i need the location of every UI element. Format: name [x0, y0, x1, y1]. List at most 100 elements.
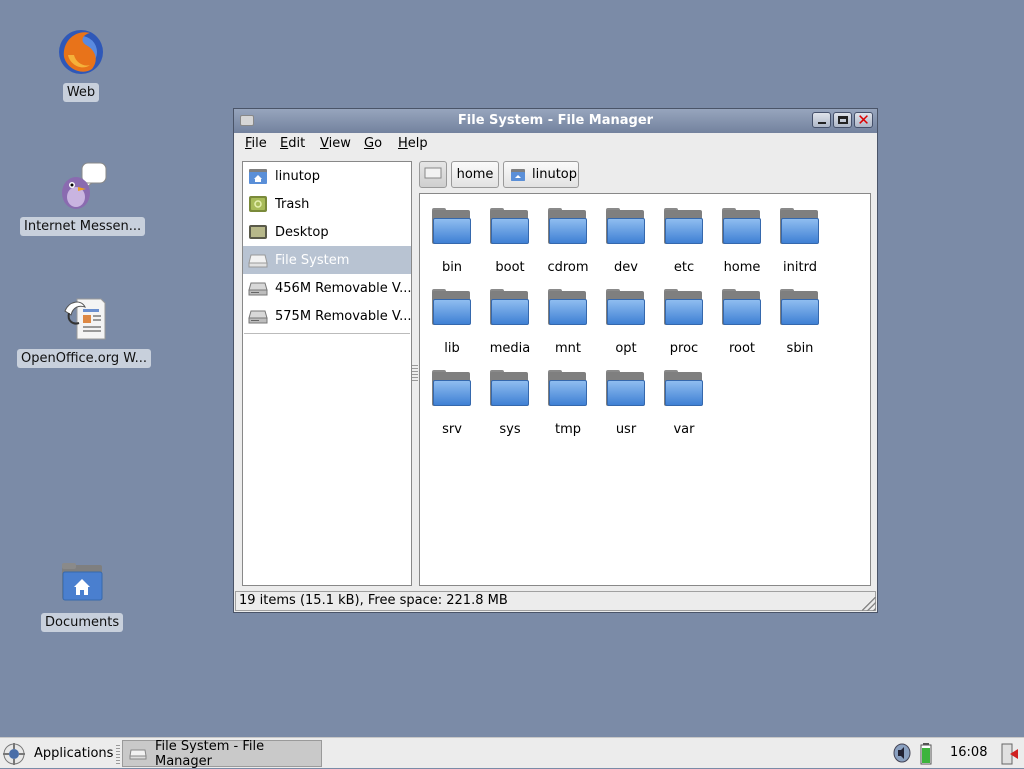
path-button-linutop[interactable]: linutop: [503, 161, 579, 188]
applications-icon: [2, 742, 26, 766]
folder-label: dev: [614, 260, 638, 275]
home-folder-icon: [54, 554, 110, 610]
folder-item[interactable]: sbin: [771, 289, 829, 356]
close-button[interactable]: ✕: [854, 111, 873, 129]
sidebar-item-file-system[interactable]: File System: [243, 246, 411, 274]
battery-icon[interactable]: [920, 743, 932, 769]
folder-item[interactable]: root: [713, 289, 771, 356]
folder-label: media: [489, 341, 531, 356]
folder-item[interactable]: home: [713, 208, 771, 275]
folder-item[interactable]: cdrom: [539, 208, 597, 275]
folder-label: home: [723, 260, 761, 275]
folder-item[interactable]: tmp: [539, 370, 597, 437]
folder-item[interactable]: dev: [597, 208, 655, 275]
sidebar-item-label: 575M Removable V...: [275, 308, 411, 324]
desktop-icon-label: Internet Messen...: [20, 217, 146, 236]
folder-label: root: [728, 341, 756, 356]
menu-go[interactable]: Go: [364, 136, 382, 151]
pidgin-icon: [55, 158, 111, 214]
folder-label: boot: [495, 260, 525, 275]
home-folder-icon: [510, 168, 526, 182]
folder-item[interactable]: media: [481, 289, 539, 356]
desktop-icon-web[interactable]: Web: [53, 24, 109, 102]
openoffice-writer-icon: [56, 290, 112, 346]
folder-icon: [662, 370, 706, 410]
sidebar-item-575m-removable[interactable]: 575M Removable V...: [243, 302, 411, 330]
folder-icon: [488, 289, 532, 329]
logout-icon[interactable]: [1000, 743, 1022, 769]
folder-icon: [430, 208, 474, 248]
taskbar-handle[interactable]: [116, 743, 120, 765]
window-title: File System - File Manager: [457, 113, 654, 128]
applications-label: Applications: [34, 746, 114, 761]
menu-edit[interactable]: Edit: [280, 136, 305, 151]
volume-icon[interactable]: [893, 743, 911, 767]
maximize-button[interactable]: [833, 112, 852, 128]
folder-icon: [488, 208, 532, 248]
folder-icon: [488, 370, 532, 410]
task-button-file-manager[interactable]: File System - File Manager: [122, 738, 322, 769]
folder-label: initrd: [783, 260, 817, 275]
trash-icon: [248, 195, 268, 213]
desktop-icon-documents[interactable]: Documents: [41, 554, 124, 632]
close-icon: ✕: [857, 111, 870, 129]
folder-item[interactable]: sys: [481, 370, 539, 437]
maximize-icon: [838, 116, 848, 124]
minimize-icon: [818, 122, 826, 124]
sidebar-item-desktop[interactable]: Desktop: [243, 218, 411, 246]
folder-icon: [546, 289, 590, 329]
pane-resize-handle[interactable]: [412, 363, 418, 383]
resize-grip[interactable]: [862, 597, 876, 611]
folder-item[interactable]: etc: [655, 208, 713, 275]
menu-help[interactable]: Help: [398, 136, 428, 151]
folder-item[interactable]: opt: [597, 289, 655, 356]
task-button-label: File System - File Manager: [155, 738, 265, 769]
drive-icon: [129, 747, 147, 761]
folder-icon: [778, 289, 822, 329]
desktop-icon-openoffice-writer[interactable]: OpenOffice.org W...: [17, 290, 152, 368]
removable-drive-icon: [248, 279, 268, 297]
applications-menu-button[interactable]: Applications: [2, 741, 113, 766]
folder-label: sbin: [786, 341, 814, 356]
folder-item[interactable]: bin: [423, 208, 481, 275]
folder-icon: [662, 208, 706, 248]
sidebar-item-trash[interactable]: Trash: [243, 190, 411, 218]
desktop-icon-internet-messenger[interactable]: Internet Messen...: [20, 158, 146, 236]
folder-label: usr: [615, 422, 637, 437]
sidebar-item-label: linutop: [275, 168, 321, 184]
path-button-root[interactable]: [419, 161, 447, 188]
folder-item[interactable]: mnt: [539, 289, 597, 356]
drive-icon: [248, 251, 268, 269]
sidebar-item-label: Trash: [275, 196, 310, 212]
folder-item[interactable]: usr: [597, 370, 655, 437]
folder-item[interactable]: srv: [423, 370, 481, 437]
sidebar-item-456m-removable[interactable]: 456M Removable V...: [243, 274, 411, 302]
removable-drive-icon: [248, 307, 268, 325]
folder-item[interactable]: proc: [655, 289, 713, 356]
desktop-icon-label: Documents: [41, 613, 124, 632]
clock[interactable]: 16:08: [950, 745, 987, 760]
folder-label: proc: [669, 341, 699, 356]
folder-item[interactable]: lib: [423, 289, 481, 356]
folder-icon: [604, 208, 648, 248]
folder-label: sys: [499, 422, 521, 437]
folder-icon: [720, 208, 764, 248]
folder-item[interactable]: initrd: [771, 208, 829, 275]
folder-item[interactable]: var: [655, 370, 713, 437]
taskbar: Applications File System - File Manager …: [0, 737, 1024, 769]
menu-file[interactable]: File: [245, 136, 267, 151]
folder-icon: [662, 289, 706, 329]
minimize-button[interactable]: [812, 112, 831, 128]
folder-label: bin: [441, 260, 463, 275]
window-titlebar[interactable]: File System - File Manager ✕: [234, 109, 877, 133]
folder-item[interactable]: boot: [481, 208, 539, 275]
path-button-home[interactable]: home: [451, 161, 499, 188]
menu-view[interactable]: View: [320, 136, 351, 151]
path-button-label: linutop: [532, 167, 578, 182]
sidebar-item-linutop[interactable]: linutop: [243, 162, 411, 190]
folder-label: var: [673, 422, 695, 437]
folder-icon-view[interactable]: bin boot cdrom dev etc home initrd lib media mnt o…: [419, 193, 871, 586]
drive-icon: [424, 166, 442, 184]
folder-label: srv: [442, 422, 462, 437]
desktop-icon-label: Web: [62, 83, 100, 102]
